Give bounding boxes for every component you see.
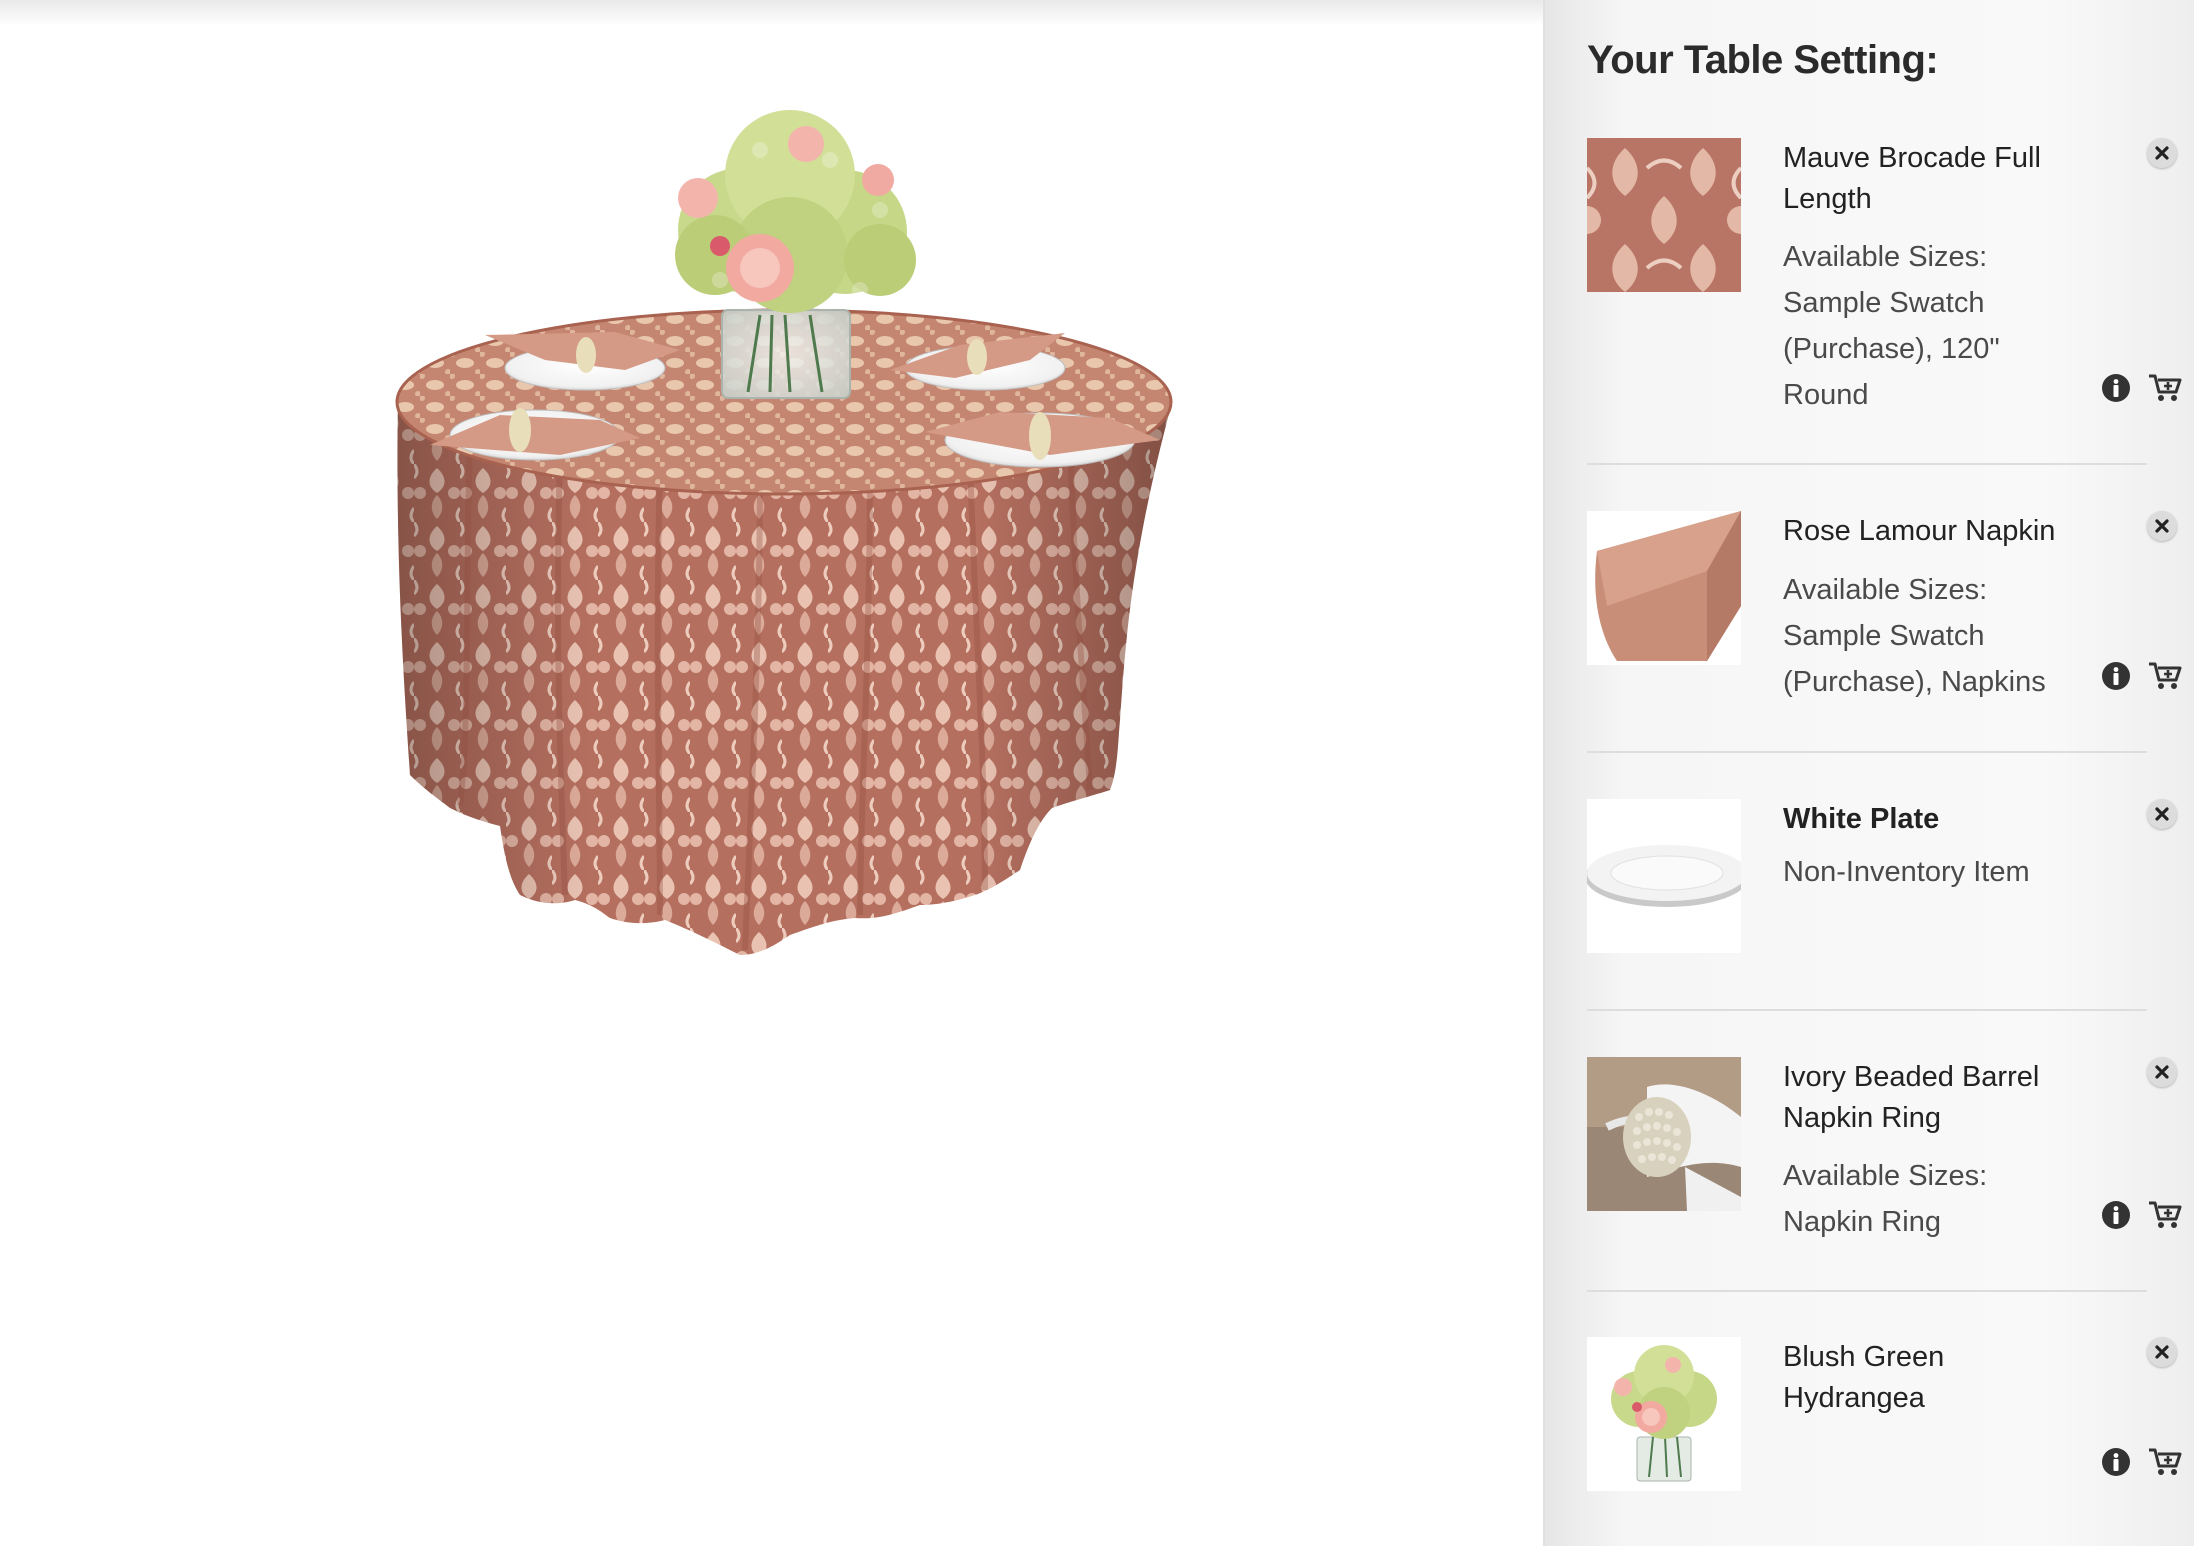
remove-item-button[interactable]: [2147, 799, 2177, 829]
cart-plus-icon: [2149, 1448, 2182, 1475]
sizes-label: Available Sizes:: [1783, 241, 1988, 273]
divider: [1587, 751, 2147, 753]
item-name[interactable]: Blush Green Hydrangea: [1783, 1337, 2083, 1419]
divider: [1587, 463, 2147, 465]
close-icon: [2155, 519, 2169, 533]
info-icon: [2102, 1448, 2130, 1476]
table-preview: [0, 0, 1543, 1546]
close-icon: [2155, 146, 2169, 160]
item-sizes: Available Sizes: Napkin Ring: [1783, 1153, 2083, 1245]
info-button[interactable]: [2101, 1447, 2131, 1477]
divider: [1587, 1290, 2147, 1292]
info-button[interactable]: [2101, 661, 2131, 691]
info-button[interactable]: [2101, 1200, 2131, 1230]
cart-plus-icon: [2149, 1201, 2182, 1228]
sizes-value: Sample Swatch (Purchase), 120" Round: [1783, 287, 2000, 411]
white-plate-thumbnail[interactable]: [1587, 799, 1741, 953]
info-icon: [2102, 662, 2130, 690]
table-setting-sidebar: Your Table Setting: Mauve Brocade Full L…: [1543, 0, 2194, 1546]
close-icon: [2155, 807, 2169, 821]
cart-plus-icon: [2149, 374, 2182, 401]
mauve-brocade-thumbnail[interactable]: [1587, 138, 1741, 292]
info-icon: [2102, 1201, 2130, 1229]
setting-item-centerpiece: Blush Green Hydrangea: [1587, 1337, 2182, 1507]
item-name[interactable]: Rose Lamour Napkin: [1783, 511, 2083, 552]
setting-item-napkin: Rose Lamour Napkin Available Sizes: Samp…: [1587, 511, 2182, 701]
item-name[interactable]: White Plate: [1783, 799, 2083, 840]
close-icon: [2155, 1345, 2169, 1359]
item-name[interactable]: Mauve Brocade Full Length: [1783, 138, 2083, 220]
info-icon: [2102, 374, 2130, 402]
sizes-label: Available Sizes:: [1783, 574, 1988, 606]
setting-item-napkin-ring: Ivory Beaded Barrel Napkin Ring Availabl…: [1587, 1057, 2182, 1257]
table-setting-image: [395, 110, 1173, 955]
info-button[interactable]: [2101, 373, 2131, 403]
add-to-cart-button[interactable]: [2148, 1200, 2182, 1230]
add-to-cart-button[interactable]: [2148, 661, 2182, 691]
remove-item-button[interactable]: [2147, 511, 2177, 541]
napkin-ring-thumbnail[interactable]: [1587, 1057, 1741, 1211]
remove-item-button[interactable]: [2147, 1337, 2177, 1367]
item-sizes: Available Sizes: Sample Swatch (Purchase…: [1783, 234, 2083, 418]
item-sizes: Available Sizes: Sample Swatch (Purchase…: [1783, 567, 2083, 705]
setting-item-tablecloth: Mauve Brocade Full Length Available Size…: [1587, 138, 2182, 438]
close-icon: [2155, 1065, 2169, 1079]
rose-napkin-thumbnail[interactable]: [1587, 511, 1741, 665]
sidebar-title: Your Table Setting:: [1587, 38, 1939, 82]
remove-item-button[interactable]: [2147, 1057, 2177, 1087]
sizes-label: Available Sizes:: [1783, 1160, 1988, 1192]
remove-item-button[interactable]: [2147, 138, 2177, 168]
sizes-value: Sample Swatch (Purchase), Napkins: [1783, 620, 2046, 698]
cart-plus-icon: [2149, 662, 2182, 689]
setting-item-plate: White Plate Non-Inventory Item: [1587, 799, 2177, 959]
item-note: Non-Inventory Item: [1783, 856, 2030, 888]
sizes-value: Napkin Ring: [1783, 1206, 1941, 1238]
add-to-cart-button[interactable]: [2148, 1447, 2182, 1477]
divider: [1587, 1009, 2147, 1011]
item-name[interactable]: Ivory Beaded Barrel Napkin Ring: [1783, 1057, 2083, 1139]
add-to-cart-button[interactable]: [2148, 373, 2182, 403]
hydrangea-thumbnail[interactable]: [1587, 1337, 1741, 1491]
